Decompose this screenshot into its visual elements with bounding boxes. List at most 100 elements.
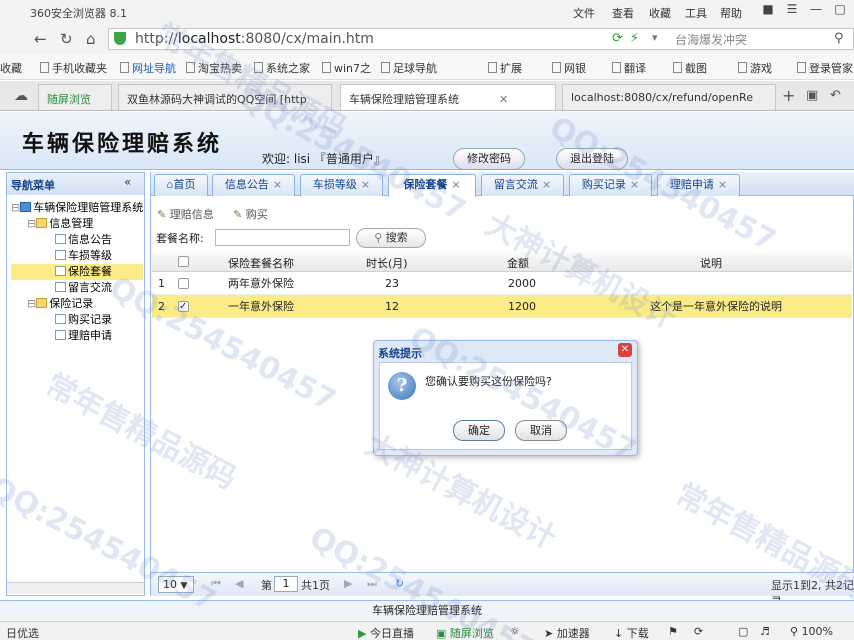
- tab-home[interactable]: ⌂首页: [154, 174, 208, 196]
- refresh-icon[interactable]: ↻: [60, 30, 73, 48]
- column-name[interactable]: 保险套餐名称: [228, 255, 294, 271]
- browser-tab-active[interactable]: 车辆保险理赔管理系统 ✕: [340, 84, 556, 110]
- minimize-icon[interactable]: —: [804, 2, 828, 20]
- buy-button[interactable]: ✎ 购买: [233, 206, 268, 222]
- tree-item-package-label: 保险套餐: [68, 265, 112, 278]
- close-icon[interactable]: ×: [451, 178, 460, 191]
- lightning-icon[interactable]: ⚡: [630, 31, 639, 46]
- bookmark-screenshot[interactable]: 截图: [673, 60, 707, 76]
- undo-icon[interactable]: ↶: [830, 88, 841, 103]
- browser-tab-refund[interactable]: localhost:8080/cx/refund/openRe: [562, 84, 776, 110]
- back-arrow-icon[interactable]: ←: [34, 30, 47, 48]
- tab-claim[interactable]: 理赔申请 ×: [657, 174, 740, 196]
- menu-favorites[interactable]: 收藏: [649, 5, 671, 21]
- tab-home-label: 首页: [173, 178, 196, 191]
- cloud-icon[interactable]: ☁: [14, 88, 28, 104]
- bookmark-bank[interactable]: 网银: [552, 60, 586, 76]
- chevron-down-icon[interactable]: ▾: [652, 31, 658, 44]
- nav-horizontal-scrollbar[interactable]: [7, 582, 144, 594]
- page-size-select[interactable]: 10 ▼: [158, 576, 194, 593]
- close-icon[interactable]: ✕: [499, 93, 508, 106]
- package-name-input[interactable]: [215, 229, 350, 246]
- refresh-icon[interactable]: ↻: [395, 577, 404, 590]
- menu-tools[interactable]: 工具: [685, 5, 707, 21]
- status-live[interactable]: ▶ 今日直播: [358, 625, 414, 640]
- zoom-level[interactable]: ⚲ 100%: [790, 625, 833, 638]
- tree-root[interactable]: ⊟ 车辆保险理赔管理系统: [11, 200, 143, 216]
- status-screen[interactable]: ▣ 随屏浏览: [436, 625, 494, 640]
- sync-icon[interactable]: ⟳: [694, 625, 703, 638]
- tree-item-message[interactable]: 留言交流: [55, 280, 112, 296]
- tree-item-notice[interactable]: 信息公告: [55, 232, 112, 248]
- tab-notice[interactable]: 信息公告 ×: [212, 174, 295, 196]
- status-download[interactable]: ↓ 下载: [614, 625, 649, 640]
- bookmark-football[interactable]: 足球导航: [381, 60, 437, 76]
- collapse-icon[interactable]: «: [124, 175, 131, 189]
- logout-button[interactable]: 退出登陆: [556, 148, 628, 170]
- browser-tab-qq[interactable]: 双鱼林源码大神调试的QQ空间 [http: [118, 84, 332, 110]
- maximize-icon[interactable]: □: [828, 2, 852, 20]
- home-icon[interactable]: ⌂: [86, 30, 96, 48]
- bookmark-nav[interactable]: 网址导航: [120, 60, 176, 76]
- row-checkbox-checked[interactable]: ✓: [178, 301, 189, 312]
- search-hint[interactable]: 台海爆发冲突: [675, 31, 747, 48]
- close-icon[interactable]: ×: [361, 178, 370, 191]
- status-daily-pick[interactable]: 日优选: [6, 625, 39, 640]
- search-icon[interactable]: ⚲: [834, 31, 844, 46]
- bookmark-win7[interactable]: win7之: [322, 60, 371, 76]
- close-icon[interactable]: ×: [718, 178, 727, 191]
- ok-button[interactable]: 确定: [453, 420, 505, 441]
- tree-item-purchase[interactable]: 购买记录: [55, 312, 112, 328]
- close-icon[interactable]: ✕: [618, 343, 632, 357]
- close-icon[interactable]: ×: [630, 178, 639, 191]
- menu-file[interactable]: 文件: [573, 5, 595, 21]
- tree-item-damage[interactable]: 车损等级: [55, 248, 112, 264]
- volume-icon[interactable]: ♬: [760, 625, 770, 638]
- claim-info-button[interactable]: ✎ 理赔信息: [157, 206, 214, 222]
- menu-icon[interactable]: ☰: [780, 2, 804, 20]
- sync-icon[interactable]: ⟳: [612, 31, 623, 46]
- tree-item-package[interactable]: 保险套餐: [11, 264, 143, 280]
- new-tab-plus-icon[interactable]: +: [782, 86, 795, 105]
- search-button[interactable]: ⚲ 搜索: [356, 228, 426, 248]
- row-checkbox[interactable]: [178, 278, 189, 289]
- next-page-icon[interactable]: ▶: [344, 577, 352, 590]
- tab-purchase[interactable]: 购买记录 ×: [569, 174, 652, 196]
- select-all-checkbox[interactable]: [178, 256, 189, 267]
- window-icon[interactable]: ▢: [738, 625, 748, 638]
- menu-view[interactable]: 查看: [612, 5, 634, 21]
- tree-group-info[interactable]: ⊟ 信息管理: [27, 216, 93, 232]
- bookmark-system[interactable]: 系统之家: [254, 60, 310, 76]
- change-password-button[interactable]: 修改密码: [453, 148, 525, 170]
- mark-icon[interactable]: ⚑: [668, 625, 678, 638]
- browser-tab-screen[interactable]: 随屏浏览: [38, 84, 112, 110]
- tab-damage[interactable]: 车损等级 ×: [300, 174, 383, 196]
- shirt-icon[interactable]: ■: [756, 2, 780, 20]
- tree-item-claim[interactable]: 理赔申请: [55, 328, 112, 344]
- tab-list-icon[interactable]: ▣: [806, 88, 818, 103]
- bookmark-taobao[interactable]: 淘宝热卖: [186, 60, 242, 76]
- cancel-button[interactable]: 取消: [515, 420, 567, 441]
- column-desc[interactable]: 说明: [700, 255, 722, 271]
- prev-page-icon[interactable]: ◀: [235, 577, 243, 590]
- bookmark-translate[interactable]: 翻译: [612, 60, 646, 76]
- bookmark-extensions[interactable]: 扩展: [488, 60, 522, 76]
- tree-group-records[interactable]: ⊟ 保险记录: [27, 296, 93, 312]
- bookmark-favorites[interactable]: 收藏: [0, 60, 22, 76]
- url-text[interactable]: http://localhost:8080/cx/main.htm: [135, 31, 374, 47]
- column-amount[interactable]: 金额: [507, 255, 529, 271]
- first-page-icon[interactable]: ⏮: [211, 577, 221, 591]
- bookmark-mobile[interactable]: 手机收藏夹: [40, 60, 107, 76]
- close-icon[interactable]: ×: [273, 178, 282, 191]
- tab-package[interactable]: 保险套餐 ×: [388, 174, 476, 197]
- speed-icon[interactable]: ☼: [510, 625, 520, 638]
- tab-message[interactable]: 留言交流 ×: [481, 174, 564, 196]
- bookmark-login[interactable]: 登录管家: [797, 60, 853, 76]
- column-duration[interactable]: 时长(月): [366, 255, 408, 271]
- menu-help[interactable]: 帮助: [720, 5, 742, 21]
- status-accelerator[interactable]: ➤ 加速器: [544, 625, 590, 640]
- close-icon[interactable]: ×: [542, 178, 551, 191]
- page-number-input[interactable]: 1: [274, 576, 298, 592]
- bookmark-games[interactable]: 游戏: [738, 60, 772, 76]
- last-page-icon[interactable]: ⏭: [367, 577, 377, 591]
